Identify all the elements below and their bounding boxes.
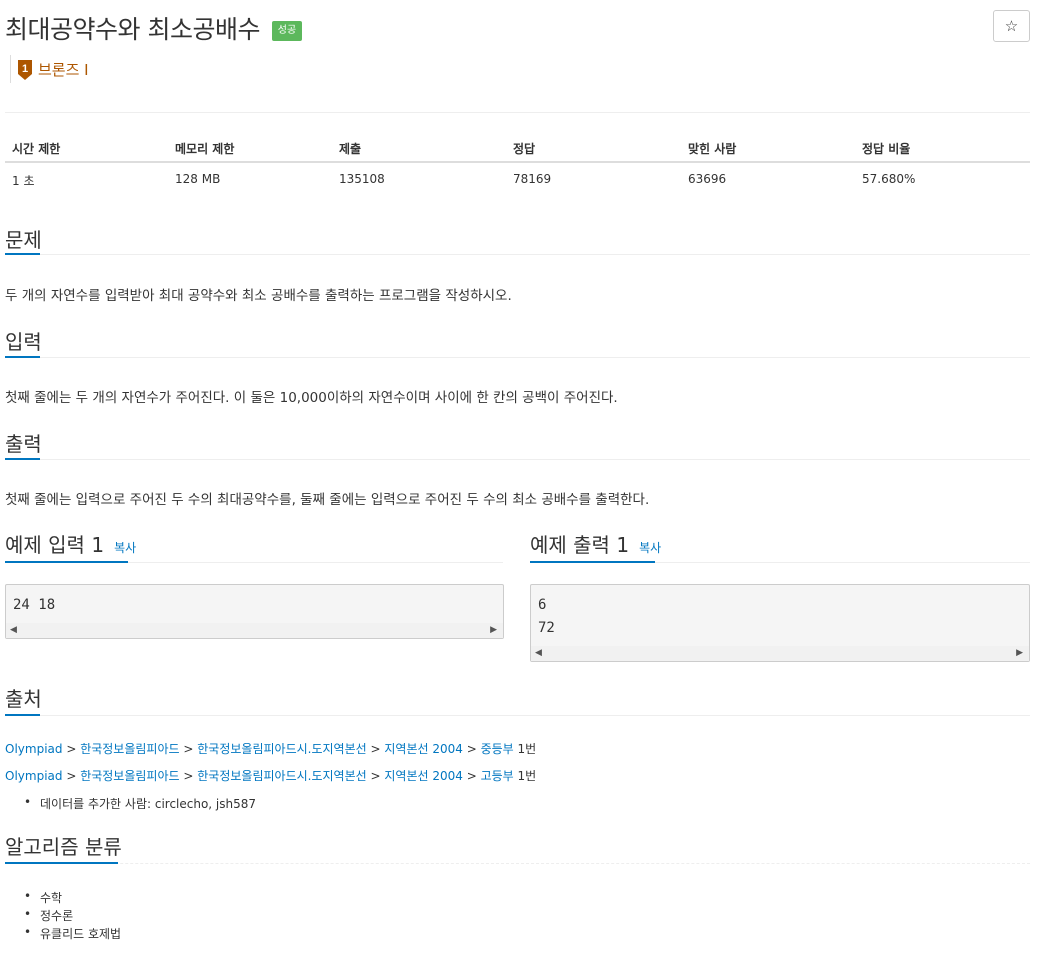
source-link[interactable]: 고등부	[481, 769, 514, 783]
sample-output-heading: 예제 출력 1 복사	[530, 529, 661, 558]
sample-output-scrollbar[interactable]: ◀ ▶	[531, 646, 1029, 661]
td-submissions[interactable]: 135108	[339, 172, 385, 186]
output-rule	[5, 459, 1030, 460]
table-header-rule	[5, 161, 1030, 163]
source-heading: 출처	[5, 687, 42, 711]
source-link[interactable]: 한국정보올림피아드시.도지역본선	[197, 769, 366, 783]
status-badge: 성공	[272, 21, 302, 41]
td-ratio: 57.680%	[862, 172, 916, 186]
description-text: 두 개의 자연수를 입력받아 최대 공약수와 최소 공배수를 출력하는 프로그램…	[5, 288, 512, 304]
sample-output-box[interactable]: 6 72 ◀ ▶	[530, 584, 1030, 662]
sample-input-title: 예제 입력 1	[5, 533, 105, 557]
algorithm-tag[interactable]: 수학	[24, 889, 62, 906]
data-added-item: 데이터를 추가한 사람: circlecho, jsh587	[24, 795, 256, 812]
scroll-left-icon[interactable]: ◀	[10, 623, 17, 638]
algorithm-underline	[5, 862, 118, 864]
source-link[interactable]: 지역본선 2004	[384, 769, 463, 783]
output-underline	[5, 458, 40, 460]
th-time-limit: 시간 제한	[12, 142, 61, 156]
source-path: Olympiad > 한국정보올림피아드 > 한국정보올림피아드시.도지역본선 …	[5, 742, 537, 756]
description-underline	[5, 253, 40, 255]
description-heading: 문제	[5, 228, 42, 252]
td-time-limit: 1 초	[12, 174, 35, 188]
sample-input-copy-button[interactable]: 복사	[114, 541, 136, 555]
source-path: Olympiad > 한국정보올림피아드 > 한국정보올림피아드시.도지역본선 …	[5, 769, 537, 783]
source-suffix: 1번	[517, 742, 537, 756]
sample-input-heading: 예제 입력 1 복사	[5, 529, 136, 558]
tier-number: 1	[22, 63, 28, 75]
scroll-right-icon[interactable]: ▶	[1016, 646, 1023, 661]
algorithm-rule	[5, 863, 1030, 864]
th-memory-limit: 메모리 제한	[175, 142, 235, 156]
output-heading: 출력	[5, 432, 42, 456]
sample-input-underline	[5, 561, 128, 563]
output-text: 첫째 줄에는 입력으로 주어진 두 수의 최대공약수를, 둘째 줄에는 입력으로…	[5, 492, 650, 508]
description-rule	[5, 254, 1030, 255]
sample-output-copy-button[interactable]: 복사	[639, 541, 661, 555]
source-suffix: 1번	[517, 769, 537, 783]
source-link[interactable]: Olympiad	[5, 769, 63, 783]
input-underline	[5, 356, 40, 358]
th-solvers: 맞힌 사람	[688, 142, 737, 156]
page-title: 최대공약수와 최소공배수	[5, 15, 260, 44]
source-rule	[5, 715, 1030, 716]
tier-divider	[10, 55, 11, 83]
source-underline	[5, 714, 40, 716]
scroll-left-icon[interactable]: ◀	[535, 646, 542, 661]
td-accepted[interactable]: 78169	[513, 172, 551, 186]
sample-input-box[interactable]: 24 18 ◀ ▶	[5, 584, 504, 639]
source-link[interactable]: 지역본선 2004	[384, 742, 463, 756]
sample-output-underline	[530, 561, 655, 563]
tier-label[interactable]: 브론즈 I	[38, 59, 89, 80]
sample-output-line: 6	[538, 597, 547, 613]
th-submissions: 제출	[339, 142, 362, 156]
input-rule	[5, 357, 1030, 358]
scroll-right-icon[interactable]: ▶	[490, 623, 497, 638]
sample-input-content: 24 18	[13, 597, 56, 613]
input-heading: 입력	[5, 330, 42, 354]
source-link[interactable]: 한국정보올림피아드시.도지역본선	[197, 742, 366, 756]
source-link[interactable]: Olympiad	[5, 742, 63, 756]
algorithm-tag[interactable]: 유클리드 호제법	[24, 925, 121, 942]
header-divider	[5, 112, 1030, 113]
input-text: 첫째 줄에는 두 개의 자연수가 주어진다. 이 둘은 10,000이하의 자연…	[5, 390, 618, 406]
source-link[interactable]: 한국정보올림피아드	[80, 769, 179, 783]
td-solvers[interactable]: 63696	[688, 172, 726, 186]
source-link[interactable]: 중등부	[481, 742, 514, 756]
star-icon: ☆	[1004, 17, 1019, 35]
sample-output-line: 72	[538, 620, 555, 636]
source-link[interactable]: 한국정보올림피아드	[80, 742, 179, 756]
bronze-tier-icon: 1	[18, 60, 32, 80]
sample-input-scrollbar[interactable]: ◀ ▶	[6, 623, 503, 638]
th-accepted: 정답	[513, 142, 536, 156]
star-button[interactable]: ☆	[993, 10, 1030, 42]
sample-output-title: 예제 출력 1	[530, 533, 630, 557]
th-ratio: 정답 비율	[862, 142, 911, 156]
td-memory-limit: 128 MB	[175, 172, 221, 186]
algorithm-heading: 알고리즘 분류	[5, 835, 122, 859]
algorithm-tag[interactable]: 정수론	[24, 907, 73, 924]
